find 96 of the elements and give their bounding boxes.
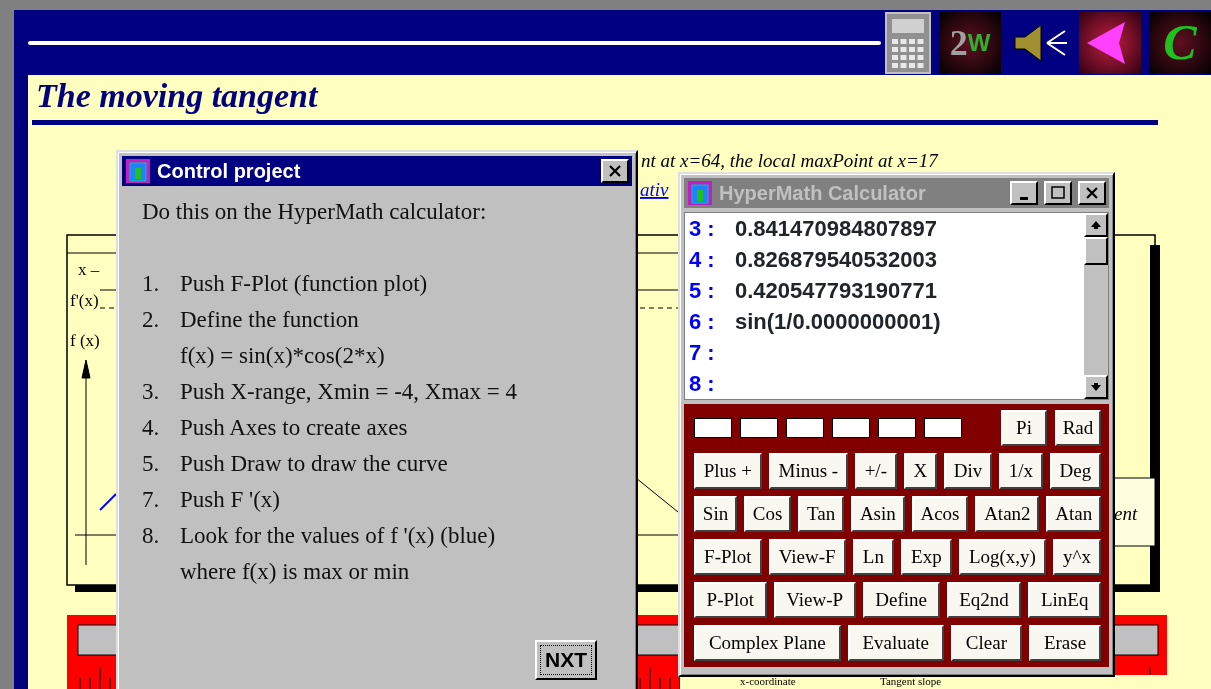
indicator-field [694,418,732,438]
result-text: 0.420547793190771 [735,277,937,305]
line-number: 5 : [688,277,716,305]
up-arrow-icon [1090,220,1102,230]
calculator-key[interactable]: 1/x [999,453,1043,489]
calculator-key[interactable]: Deg [1049,453,1101,489]
close-button[interactable] [1078,181,1106,205]
step-number: 4. [142,414,161,442]
step-text: Push Axes to create axes [180,414,408,442]
indicator-field [878,418,916,438]
calculator-key[interactable]: Div [944,453,992,489]
close-icon [607,164,623,178]
calculator-key[interactable]: +/- [854,453,897,489]
calculator-key[interactable]: Minus - [768,453,848,489]
calculator-key[interactable]: Rad [1055,410,1101,446]
maximize-button[interactable] [1044,181,1072,205]
axis-label: f (x) [70,331,100,350]
step-text: Define the function [180,306,360,334]
calculator-key[interactable]: Define [862,582,940,618]
calculator-key[interactable]: Atan2 [975,496,1040,532]
calculator-key[interactable]: Cos [744,496,792,532]
close-icon [1084,186,1100,200]
logo-icon[interactable]: C [1149,11,1211,74]
tangent-line [99,493,117,511]
indicator-field [832,418,870,438]
calculator-key[interactable]: Eq2nd [946,582,1022,618]
step-text: Look for the values of f '(x) (blue) [180,522,496,550]
note-text: nt at x=64, the local maxPoint at x=17 [641,150,938,171]
step-text: f(x) = sin(x)*cos(2*x) [180,342,385,370]
step-text: where f(x) is max or min [180,558,411,586]
maximize-icon [1050,186,1066,200]
calculator-key[interactable]: Complex Plane [694,625,841,661]
calculator-key[interactable]: Pi [1001,410,1047,446]
app-icon [687,180,713,206]
calculator-key[interactable]: Plus + [694,453,762,489]
step-number: 3. [142,378,161,406]
calculator-key[interactable]: View-F [768,539,846,575]
calculator-key[interactable]: Ln [852,539,895,575]
line-number: 6 : [688,308,716,336]
page-title: The moving tangent [36,76,318,116]
result-text: sin(1/0.0000000001) [735,308,941,336]
scroll-down-button[interactable] [1084,375,1108,399]
calculator-key[interactable]: Atan [1046,496,1101,532]
calculator-key[interactable]: Clear [950,625,1022,661]
window-title: Control project [157,159,302,184]
line-number: 8 : [688,370,716,398]
calculator-key[interactable]: Acos [911,496,969,532]
step-number: 8. [142,522,161,550]
calculator-key[interactable]: Evaluate [847,625,944,661]
minimize-icon [1020,197,1028,200]
next-button[interactable]: NXT [535,640,597,680]
link[interactable]: ativ [640,179,669,200]
scrollbar[interactable] [1084,213,1108,399]
scroll-up-button[interactable] [1084,213,1108,237]
calculator-key[interactable]: y^x [1052,539,1102,575]
calculator-key[interactable]: Log(x,y) [958,539,1046,575]
window-title: HyperMath Calculator [719,181,927,206]
indicator-field [740,418,778,438]
step-text: Push F-Plot (function plot) [180,270,428,298]
calculator-key[interactable]: Asin [851,496,905,532]
line-number: 4 : [688,246,716,274]
line-number: 7 : [688,339,716,367]
result-text: 0.841470984807897 [735,215,937,243]
calculator-icon[interactable] [885,11,931,74]
axis-label: f'(x) [70,291,99,310]
close-button[interactable] [601,159,629,183]
calculator-key[interactable]: X [903,453,937,489]
step-text: Push F '(x) [180,486,280,514]
calculator-key[interactable]: P-Plot [694,582,767,618]
curve-line [635,477,679,513]
step-text: Push X-range, Xmin = -4, Xmax = 4 [180,378,518,406]
indicator-field [924,418,962,438]
calculator-key[interactable]: Erase [1028,625,1102,661]
step-number: 5. [142,450,161,478]
calculator-key[interactable]: View-P [773,582,856,618]
step-number: 7. [142,486,161,514]
scroll-thumb[interactable] [1084,237,1108,265]
app-icon [125,158,151,184]
calculator-key[interactable]: LinEq [1028,582,1101,618]
intro-text: Do this on the HyperMath calculator: [142,198,488,226]
minimize-button[interactable] [1010,181,1038,205]
step-number: 2. [142,306,161,334]
step-text: Push Draw to draw the curve [180,450,448,478]
line-number: 3 : [688,215,716,243]
down-arrow-icon [1090,382,1102,392]
column-label: Tangent slope [880,675,942,687]
calculator-key[interactable]: Sin [694,496,737,532]
step-number: 1. [142,270,161,298]
axis-label: x – [78,260,100,279]
calculator-key[interactable]: Tan [798,496,845,532]
indicator-field [786,418,824,438]
calculator-key[interactable]: F-Plot [694,539,762,575]
column-label: x-coordinate [740,675,796,687]
calculator-key[interactable]: Exp [901,539,952,575]
result-text: 0.826879540532003 [735,246,937,274]
logo-icon[interactable]: 2W [939,11,1001,74]
